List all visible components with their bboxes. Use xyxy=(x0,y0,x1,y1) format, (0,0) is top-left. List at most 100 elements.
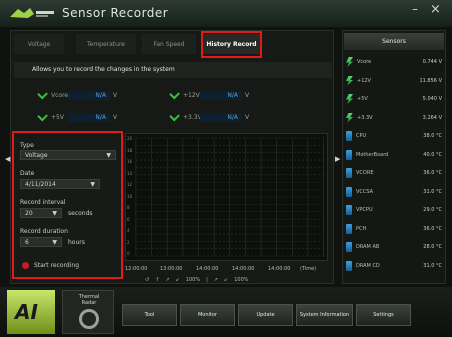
voltage-icon xyxy=(346,94,353,104)
thermometer-icon xyxy=(346,131,352,141)
tab-highlight-box xyxy=(201,31,262,58)
sensor-row-value: 40.0 °C xyxy=(423,151,442,158)
zoom-y-value: 100% xyxy=(234,277,249,283)
voltage-icon xyxy=(346,75,353,86)
sensor-value: N/A xyxy=(200,90,242,100)
sensor-row-name: VPCPU xyxy=(356,207,373,213)
sensor-unit: V xyxy=(113,91,118,99)
tab-voltage[interactable]: Voltage xyxy=(14,34,64,54)
y-tick-label: 8 xyxy=(127,205,130,210)
y-tick-label: 20 xyxy=(127,136,133,141)
monitor-button[interactable]: Monitor xyxy=(180,304,235,326)
thermometer-icon xyxy=(346,242,352,252)
minimize-button[interactable]: – xyxy=(412,2,418,16)
update-button[interactable]: Update xyxy=(238,304,293,326)
x-tick-5: 14:00:00 xyxy=(268,266,291,272)
sensor-unit: V xyxy=(245,113,250,121)
sensor-5v[interactable]: +5V N/A V xyxy=(37,110,118,122)
sensor-name: Vcore xyxy=(51,91,69,99)
sensor-row-name: VCCSA xyxy=(356,188,374,195)
sensor-row: VCORE 36.0 °C xyxy=(346,166,442,180)
zoom-x-value: 100% xyxy=(185,277,201,283)
separator-icon: | xyxy=(206,277,208,283)
sensor-vcore[interactable]: Vcore N/A V xyxy=(37,88,118,100)
sensor-row-name: DRAM CD xyxy=(356,262,380,269)
sensor-row-name: VCORE xyxy=(356,170,374,176)
close-button[interactable]: × xyxy=(430,2,441,17)
sensor-3v3[interactable]: +3.3V N/A V xyxy=(169,110,250,122)
y-tick-label: 0 xyxy=(127,251,130,256)
y-tick-label: 10 xyxy=(127,193,133,199)
sensor-row: VPCPU 29.0 °C xyxy=(346,203,442,217)
sensor-value: N/A xyxy=(68,90,110,100)
x-axis-unit: (Time) xyxy=(300,266,317,272)
sensor-list-header: Sensors xyxy=(344,33,444,50)
sensor-row-value: 36.0 °C xyxy=(423,225,442,232)
sensor-row-value: 36.0 °C xyxy=(423,170,442,176)
info-bar: Allows you to record the changes in the … xyxy=(14,62,332,78)
chevron-right-icon[interactable]: ▶ xyxy=(335,155,340,163)
zoom-y-in-icon[interactable]: ↗ xyxy=(214,277,218,283)
sensor-row-value: 3.264 V xyxy=(422,114,442,121)
logo-text: AI xyxy=(15,300,38,324)
sensor-unit: V xyxy=(113,113,118,121)
x-tick-2: 13:00:00 xyxy=(160,266,183,272)
sensor-row: PCH 36.0 °C xyxy=(346,222,442,236)
sensor-row: +3.3V 3.264 V xyxy=(346,111,442,125)
system-information-button[interactable]: System Information xyxy=(296,304,353,326)
undo-icon[interactable]: ↺ xyxy=(145,277,149,283)
tool-button[interactable]: Tool xyxy=(122,304,177,326)
x-tick-3: 14:00:00 xyxy=(196,266,219,272)
thermometer-icon xyxy=(346,223,352,234)
window-title: Sensor Recorder xyxy=(62,6,169,20)
y-tick-label: 12 xyxy=(127,182,133,187)
zoom-out-icon[interactable]: ↙ xyxy=(176,277,180,283)
sensor-row-name: +5V xyxy=(357,96,368,102)
sensor-row-value: 31.0 °C xyxy=(423,262,442,269)
sensor-row: +12V 11.856 V xyxy=(346,74,442,88)
thermal-radar-button[interactable]: Thermal Radar xyxy=(62,290,114,334)
x-tick-1: 12:00:00 xyxy=(125,266,148,272)
y-tick-label: 2 xyxy=(127,239,130,245)
zoom-y-out-icon[interactable]: ↙ xyxy=(224,277,228,283)
ai-suite-logo[interactable]: AI xyxy=(7,290,55,334)
y-tick-label: 14 xyxy=(127,170,133,176)
sensor-row-name: MotherBoard xyxy=(356,151,389,158)
thermometer-icon xyxy=(346,186,352,197)
y-tick-label: 6 xyxy=(127,216,130,222)
graph-toolbar: ↺ ↑ ↗ ↙ 100% | ↗ ↙ 100% xyxy=(145,277,249,283)
sensor-value: N/A xyxy=(68,112,110,122)
sensor-row-value: 28.0 °C xyxy=(423,244,442,250)
thermometer-icon xyxy=(346,205,352,215)
tab-fan-speed[interactable]: Fan Speed xyxy=(142,34,196,54)
sensor-row-value: 0.744 V xyxy=(422,59,442,65)
rog-logo-icon xyxy=(10,8,54,18)
y-tick-label: 4 xyxy=(127,228,130,233)
fan-icon xyxy=(79,309,99,329)
sensor-12v[interactable]: +12V N/A V xyxy=(169,88,249,100)
app-window: Sensor Recorder – × Voltage Temperature … xyxy=(0,0,452,337)
sensor-row-value: 38.0 °C xyxy=(423,133,442,139)
sensor-row-value: 11.856 V xyxy=(419,77,442,84)
sensor-row-value: 29.0 °C xyxy=(423,207,442,213)
thermal-radar-label: Thermal Radar xyxy=(78,294,100,306)
sensor-name: +3.3V xyxy=(183,113,202,121)
title-bar: Sensor Recorder – × xyxy=(0,0,452,27)
sensor-row: +5V 5.040 V xyxy=(346,92,442,106)
x-tick-4: 14:00:00 xyxy=(232,266,255,272)
info-text: Allows you to record the changes in the … xyxy=(32,66,175,73)
sensor-row: DRAM CD 31.0 °C xyxy=(346,259,442,273)
sensor-row-name: PCH xyxy=(356,225,367,232)
arrow-up-icon[interactable]: ↑ xyxy=(155,277,159,283)
sensor-row: Vcore 0.744 V xyxy=(346,55,442,69)
sensor-row: DRAM AB 28.0 °C xyxy=(346,240,442,254)
history-graph[interactable] xyxy=(125,133,328,261)
sensor-row: MotherBoard 40.0 °C xyxy=(346,148,442,162)
settings-highlight-box xyxy=(12,131,123,279)
graph-grid xyxy=(135,137,325,257)
zoom-in-icon[interactable]: ↗ xyxy=(165,277,169,283)
chevron-left-icon[interactable]: ◀ xyxy=(5,155,10,163)
tab-temperature[interactable]: Temperature xyxy=(76,34,136,54)
thermometer-icon xyxy=(346,260,352,271)
settings-button[interactable]: Settings xyxy=(356,304,411,326)
